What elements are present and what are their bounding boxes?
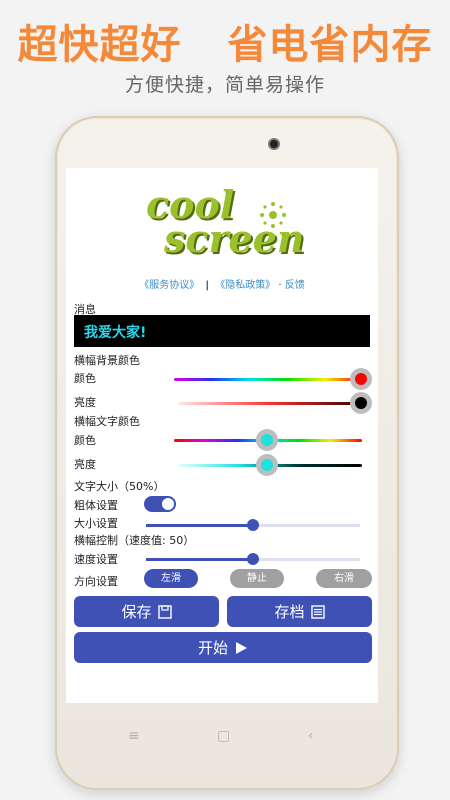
message-banner-preview[interactable]: 我爱大家! [74, 315, 370, 347]
size-slider-thumb[interactable] [247, 519, 259, 531]
right-scroll-button[interactable]: 右滑 [316, 569, 372, 588]
size-slider-fill [146, 524, 253, 527]
link-dot: · [278, 280, 282, 291]
sparkle-icon [260, 202, 286, 228]
start-button-label: 开始 [197, 639, 228, 657]
text-brightness-slider-thumb[interactable] [256, 454, 278, 476]
banner-control-label: 横幅控制（速度值: 50） [74, 534, 195, 547]
app-screen: cool screen 《服务协议》 | 《隐私政策》 · 反馈 消息 我爱大家… [66, 168, 378, 703]
front-camera [268, 138, 280, 150]
menu-nav-icon[interactable]: ≡ [128, 728, 140, 744]
link-separator: | [205, 280, 210, 291]
archive-button-label: 存档 [274, 603, 305, 621]
home-nav-icon[interactable]: ▢ [217, 728, 230, 744]
play-icon [236, 641, 247, 654]
app-logo: cool screen [146, 182, 316, 262]
size-slider[interactable] [146, 519, 360, 531]
size-setting-label: 大小设置 [74, 517, 118, 530]
archive-button[interactable]: 存档 [227, 596, 372, 627]
speed-setting-label: 速度设置 [74, 553, 118, 566]
legal-links: 《服务协议》 | 《隐私政策》 · 反馈 [66, 276, 378, 291]
promo-headline: 超快超好 省电省内存 [0, 12, 450, 70]
bg-color-slider[interactable] [174, 378, 362, 381]
floppy-icon [157, 604, 172, 619]
bg-brightness-slider[interactable] [178, 402, 362, 405]
text-color-slider-thumb[interactable] [256, 429, 278, 451]
text-brightness-label: 亮度 [74, 458, 96, 471]
direction-setting-label: 方向设置 [74, 575, 118, 588]
bold-setting-label: 粗体设置 [74, 499, 118, 512]
banner-bg-color-label: 横幅背景颜色 [74, 354, 140, 367]
start-button[interactable]: 开始 [74, 632, 372, 663]
list-icon [310, 604, 325, 619]
service-agreement-link[interactable]: 《服务协议》 [139, 280, 199, 291]
left-scroll-button[interactable]: 左滑 [144, 569, 198, 588]
save-button[interactable]: 保存 [74, 596, 219, 627]
promo-headline-part2: 省电省内存 [227, 22, 433, 68]
bold-toggle[interactable] [144, 496, 176, 512]
speed-slider[interactable] [146, 553, 360, 565]
feedback-link[interactable]: 反馈 [285, 280, 305, 291]
bold-toggle-thumb [162, 498, 174, 510]
speed-slider-fill [146, 558, 253, 561]
promo-headline-part1: 超快超好 [17, 22, 182, 68]
save-button-label: 保存 [121, 603, 152, 621]
back-nav-icon[interactable]: ‹ [308, 728, 314, 744]
speed-slider-thumb[interactable] [247, 553, 259, 565]
text-size-label: 文字大小（50%） [74, 480, 165, 493]
banner-text-color-label: 横幅文字颜色 [74, 415, 140, 428]
message-text: 我爱大家! [84, 325, 147, 341]
bg-color-label: 颜色 [74, 372, 96, 385]
privacy-policy-link[interactable]: 《隐私政策》 [215, 280, 275, 291]
bg-color-slider-thumb[interactable] [350, 368, 372, 390]
stop-button[interactable]: 静止 [230, 569, 284, 588]
bg-brightness-slider-thumb[interactable] [350, 392, 372, 414]
text-color-label: 颜色 [74, 434, 96, 447]
bg-brightness-label: 亮度 [74, 396, 96, 409]
promo-subheadline: 方便快捷，简单易操作 [124, 74, 325, 96]
